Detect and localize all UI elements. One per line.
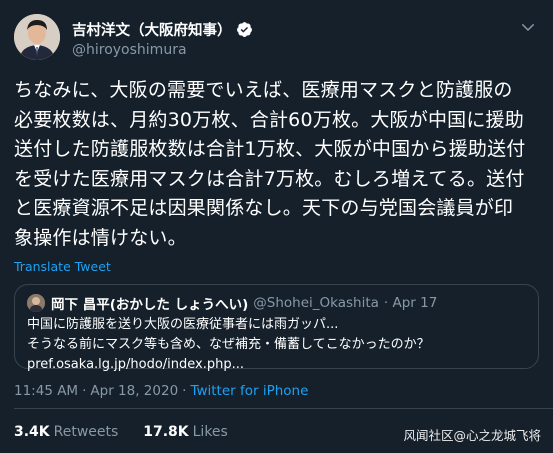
quoted-avatar <box>27 294 45 312</box>
tweet-time[interactable]: 11:45 AM <box>14 383 78 399</box>
quoted-date: · Apr 17 <box>383 295 438 311</box>
tweet-source-link[interactable]: Twitter for iPhone <box>190 383 308 399</box>
tweet-text-line: 送付した防護服枚数は合計1万枚、大阪が中国から援助送付 <box>14 138 526 160</box>
chevron-down-icon[interactable] <box>519 18 537 36</box>
verified-badge-icon <box>236 21 252 37</box>
retweets-count: 3.4K <box>14 424 50 440</box>
quoted-handle: @Shohei_Okashita <box>253 295 379 311</box>
quoted-text-line: 中国に防護服を送り大阪の医療従事者には雨ガッパ... <box>27 317 339 332</box>
tweet-card: 吉村洋文（大阪府知事） @hiroyoshimura ちなみに、大阪の需要でいえ… <box>0 0 553 453</box>
tweet-text-line: ちなみに、大阪の需要でいえば、医療用マスクと防護服の <box>14 79 513 101</box>
avatar[interactable] <box>14 14 60 60</box>
quoted-text-line: そうなる前にマスク等も含め、なぜ補充・備蓄してこなかったのか？ <box>27 337 430 352</box>
tweet-header: 吉村洋文（大阪府知事） @hiroyoshimura <box>14 14 539 64</box>
display-name[interactable]: 吉村洋文（大阪府知事） <box>72 19 232 40</box>
quoted-link: pref.osaka.lg.jp/hodo/index.php... <box>27 357 245 372</box>
tweet-text-line: 象操作は情けない。 <box>14 226 187 249</box>
retweets-label: Retweets <box>53 424 119 440</box>
engagement-stats: 3.4K Retweets 17.8K Likes <box>14 424 228 440</box>
translate-tweet-link[interactable]: Translate Tweet <box>14 259 539 274</box>
likes-stat[interactable]: 17.8K Likes <box>143 424 228 440</box>
tweet-date[interactable]: Apr 18, 2020 <box>90 383 178 399</box>
likes-count: 17.8K <box>143 424 189 440</box>
quoted-tweet[interactable]: 岡下 昌平(おかした しょうへい) @Shohei_Okashita · Apr… <box>14 284 539 372</box>
tweet-text-line: を受けた医療用マスクは合計7万枚。むしろ増えてる。送付 <box>14 167 525 190</box>
divider <box>14 408 553 409</box>
quoted-display-name: 岡下 昌平(おかした しょうへい) <box>51 297 249 313</box>
tweet-text: ちなみに、大阪の需要でいえば、医療用マスクと防護服の 必要枚数は、月約30万枚、… <box>14 76 539 253</box>
tweet-timestamp: 11:45 AM · Apr 18, 2020 · Twitter for iPhone <box>14 383 309 399</box>
retweets-stat[interactable]: 3.4K Retweets <box>14 424 118 440</box>
watermark: 风闻社区@心之龙城飞将 <box>403 428 541 443</box>
tweet-text-line: と医療資源不足は因果関係なし。天下の与党国会議員が印 <box>14 197 514 219</box>
likes-label: Likes <box>192 424 228 440</box>
handle[interactable]: @hiroyoshimura <box>72 42 253 58</box>
tweet-text-line: 必要枚数は、月約30万枚、合計60万枚。大阪が中国に援助 <box>14 108 524 131</box>
